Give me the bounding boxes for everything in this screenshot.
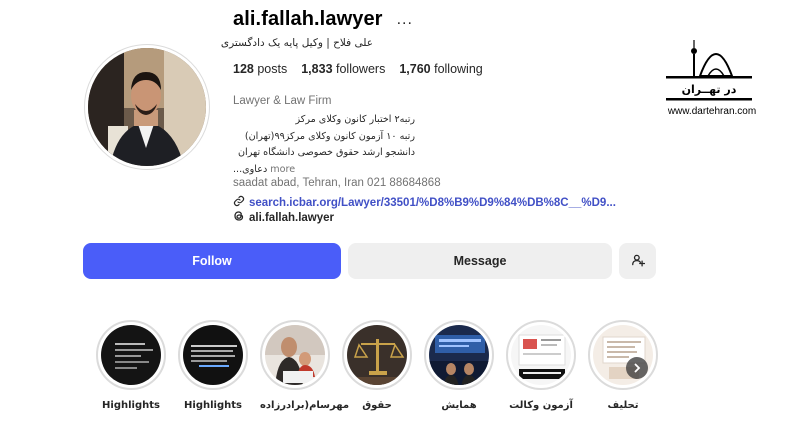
link-icon xyxy=(233,195,245,210)
watermark-url: www.dartehran.com xyxy=(667,106,757,117)
follow-button[interactable]: Follow xyxy=(83,243,341,279)
followers-label: followers xyxy=(336,62,386,76)
highlight-ring xyxy=(178,320,248,390)
posts-count: 128 xyxy=(233,62,254,76)
highlight-ring xyxy=(424,320,494,390)
highlight-item[interactable]: مهرسام(برادرزاده xyxy=(260,320,350,411)
following-stat[interactable]: 1,760 following xyxy=(399,62,482,76)
highlight-ring xyxy=(588,320,658,390)
logo-text: در تهــران xyxy=(682,83,737,96)
threads-icon xyxy=(233,210,245,225)
profile-stats: 128 posts 1,833 followers 1,760 followin… xyxy=(233,62,483,76)
posts-label: posts xyxy=(257,62,288,76)
highlight-label: Highlights xyxy=(102,400,160,411)
highlight-item[interactable]: Highlights xyxy=(96,320,166,411)
profile-avatar xyxy=(88,48,206,166)
highlight-thumbnail xyxy=(511,325,571,385)
chevron-right-icon[interactable] xyxy=(626,357,648,379)
external-link-text: search.icbar.org/Lawyer/33501/%D8%B9%D9%… xyxy=(249,196,616,209)
highlight-thumbnail xyxy=(265,325,325,385)
posts-stat: 128 posts xyxy=(233,62,287,76)
add-person-icon xyxy=(631,253,645,270)
profile-category: Lawyer & Law Firm xyxy=(233,95,332,107)
highlight-label: حقوق xyxy=(362,400,392,411)
following-count: 1,760 xyxy=(399,62,431,76)
highlight-ring xyxy=(260,320,330,390)
highlight-ring xyxy=(506,320,576,390)
bio-line: رتبه۲ اختبار کانون وکلای مرکز xyxy=(295,114,415,125)
highlight-ring xyxy=(96,320,166,390)
highlight-item[interactable]: حقوق xyxy=(342,320,412,411)
highlight-label: همایش xyxy=(441,400,477,411)
message-button[interactable]: Message xyxy=(348,243,612,279)
story-highlights: Highlights Highlights مهرسام(برادرزاده ح… xyxy=(96,320,658,420)
threads-handle: ali.fallah.lawyer xyxy=(249,211,335,224)
bio-line: رتبه ۱۰ آزمون کانون وکلای مرکز۹۹(تهران) xyxy=(244,130,415,142)
highlight-thumbnail xyxy=(183,325,243,385)
external-link[interactable]: search.icbar.org/Lawyer/33501/%D8%B9%D9%… xyxy=(233,195,616,210)
highlight-label: Highlights xyxy=(184,400,242,411)
threads-link[interactable]: ali.fallah.lawyer xyxy=(233,210,334,225)
highlight-label: آزمون وکالت xyxy=(509,400,573,411)
highlight-label: تحلیف xyxy=(607,400,639,411)
suggested-accounts-button[interactable] xyxy=(619,243,656,279)
profile-bio: رتبه۲ اختبار کانون وکلای مرکز رتبه ۱۰ آز… xyxy=(233,112,415,178)
profile-avatar-ring[interactable] xyxy=(84,44,210,170)
highlight-thumbnail xyxy=(429,325,489,385)
profile-username: ali.fallah.lawyer xyxy=(233,8,383,30)
bio-line: دعاوی... xyxy=(233,163,268,175)
highlight-thumbnail xyxy=(347,325,407,385)
more-options-icon[interactable]: ... xyxy=(397,11,413,28)
bio-line: دانشجو ارشد حقوق خصوصی دانشگاه تهران xyxy=(238,147,415,158)
highlight-label: مهرسام(برادرزاده xyxy=(260,400,350,411)
highlight-item[interactable]: آزمون وکالت xyxy=(506,320,576,411)
username-row: ali.fallah.lawyer ... xyxy=(233,8,413,31)
bio-more-link[interactable]: more xyxy=(270,164,295,175)
highlight-item[interactable]: Highlights xyxy=(178,320,248,411)
profile-address: saadat abad, Tehran, Iran 021 88684868 xyxy=(233,177,441,189)
highlight-thumbnail xyxy=(101,325,161,385)
highlight-ring xyxy=(342,320,412,390)
followers-stat[interactable]: 1,833 followers xyxy=(301,62,385,76)
profile-full-name: علی فلاح | وکیل پایه یک دادگستری xyxy=(220,37,373,49)
followers-count: 1,833 xyxy=(301,62,333,76)
highlight-item[interactable]: همایش xyxy=(424,320,494,411)
bio-last-line: دعاوی... more xyxy=(233,162,415,179)
following-label: following xyxy=(434,62,483,76)
